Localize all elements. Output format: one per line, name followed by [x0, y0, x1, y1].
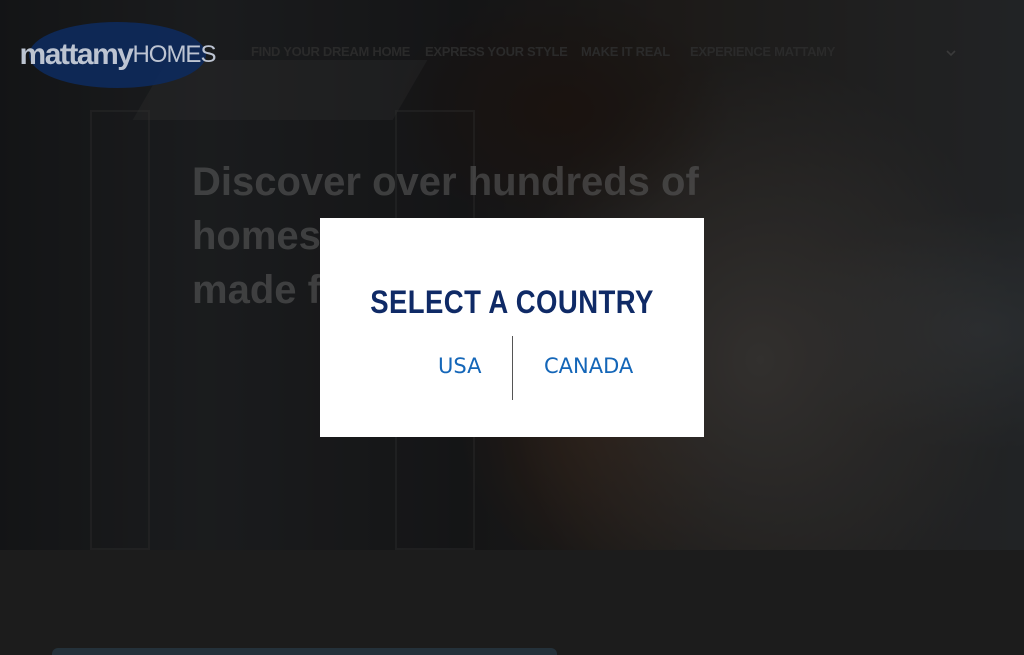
- nav-item-make-it-real[interactable]: MAKE IT REAL: [581, 44, 670, 59]
- nav-item-find-your-dream-home[interactable]: FIND YOUR DREAM HOME: [251, 44, 410, 59]
- main-nav: FIND YOUR DREAM HOME EXPRESS YOUR STYLE …: [0, 44, 1024, 64]
- country-option-canada[interactable]: CANADA: [544, 354, 633, 378]
- option-divider: [512, 336, 513, 400]
- modal-title: SELECT A COUNTRY: [370, 284, 654, 320]
- lower-section: [0, 550, 1024, 655]
- nav-item-express-your-style[interactable]: EXPRESS YOUR STYLE: [425, 44, 568, 59]
- site-header: mattamy HOMES FIND YOUR DREAM HOME EXPRES…: [0, 0, 1024, 110]
- country-select-modal: SELECT A COUNTRY USA CANADA: [320, 218, 704, 437]
- content-card-top: [52, 648, 557, 655]
- nav-item-experience-mattamy[interactable]: EXPERIENCE MATTAMY: [690, 44, 835, 59]
- chevron-down-icon[interactable]: [944, 46, 958, 60]
- country-option-usa[interactable]: USA: [438, 354, 481, 378]
